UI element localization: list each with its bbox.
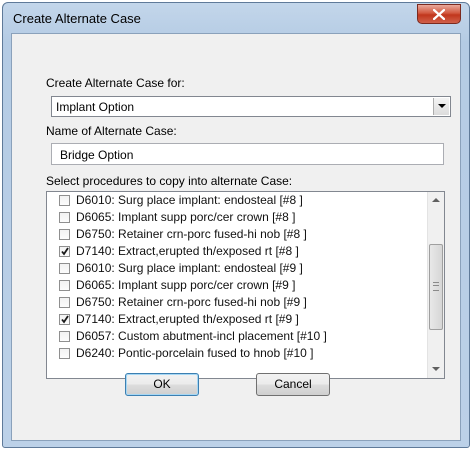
scroll-up-arrow-icon bbox=[432, 198, 440, 202]
procedure-label: D7140: Extract,erupted th/exposed rt [#8… bbox=[76, 244, 299, 258]
scroll-down-arrow-icon bbox=[432, 367, 440, 371]
procedure-checkbox[interactable] bbox=[59, 212, 70, 223]
procedure-item[interactable]: D6010: Surg place implant: endosteal [#8… bbox=[47, 192, 421, 209]
case-for-dropdown[interactable]: Implant Option bbox=[51, 96, 451, 117]
title-bar[interactable]: Create Alternate Case bbox=[3, 3, 469, 33]
procedure-item[interactable]: D6750: Retainer crn-porc fused-hi nob [#… bbox=[47, 294, 421, 311]
procedure-item[interactable]: D6240: Pontic-porcelain fused to hnob [#… bbox=[47, 345, 421, 362]
procedure-label: D6057: Custom abutment-incl placement [#… bbox=[76, 329, 327, 343]
procedures-list[interactable]: D6010: Surg place implant: endosteal [#8… bbox=[46, 191, 445, 379]
scroll-thumb[interactable] bbox=[429, 244, 443, 330]
procedure-item[interactable]: D7140: Extract,erupted th/exposed rt [#9… bbox=[47, 311, 421, 328]
dropdown-button[interactable] bbox=[433, 98, 449, 115]
checkmark-icon bbox=[61, 247, 69, 256]
procedure-item[interactable]: D6065: Implant supp porc/cer crown [#8 ] bbox=[47, 209, 421, 226]
procedure-label: D6065: Implant supp porc/cer crown [#9 ] bbox=[76, 278, 296, 292]
scroll-up-button[interactable] bbox=[428, 192, 444, 209]
procedure-checkbox[interactable] bbox=[59, 263, 70, 274]
case-name-input[interactable]: Bridge Option bbox=[51, 143, 444, 165]
close-button[interactable] bbox=[417, 4, 461, 24]
procedure-item[interactable]: D6057: Custom abutment-incl placement [#… bbox=[47, 328, 421, 345]
procedure-item[interactable]: D7140: Extract,erupted th/exposed rt [#8… bbox=[47, 243, 421, 260]
procedures-label: Select procedures to copy into alternate… bbox=[46, 174, 293, 188]
case-for-label: Create Alternate Case for: bbox=[46, 76, 185, 90]
procedure-item[interactable]: D6010: Surg place implant: endosteal [#9… bbox=[47, 260, 421, 277]
case-name-value: Bridge Option bbox=[60, 148, 134, 162]
ok-button[interactable]: OK bbox=[125, 373, 199, 396]
checkmark-icon bbox=[61, 315, 69, 324]
procedure-label: D6010: Surg place implant: endosteal [#9… bbox=[76, 261, 303, 275]
procedure-label: D6010: Surg place implant: endosteal [#8… bbox=[76, 193, 303, 207]
close-icon bbox=[433, 9, 445, 20]
procedure-checkbox[interactable] bbox=[59, 314, 70, 325]
procedure-checkbox[interactable] bbox=[59, 246, 70, 257]
procedure-item[interactable]: D6065: Implant supp porc/cer crown [#9 ] bbox=[47, 277, 421, 294]
procedure-label: D6750: Retainer crn-porc fused-hi nob [#… bbox=[76, 295, 307, 309]
case-name-label: Name of Alternate Case: bbox=[46, 124, 177, 138]
cancel-button[interactable]: Cancel bbox=[256, 373, 330, 396]
procedure-checkbox[interactable] bbox=[59, 331, 70, 342]
procedure-label: D6065: Implant supp porc/cer crown [#8 ] bbox=[76, 210, 296, 224]
procedures-items: D6010: Surg place implant: endosteal [#8… bbox=[47, 192, 421, 362]
procedure-label: D7140: Extract,erupted th/exposed rt [#9… bbox=[76, 312, 299, 326]
procedure-checkbox[interactable] bbox=[59, 280, 70, 291]
procedure-checkbox[interactable] bbox=[59, 195, 70, 206]
procedure-checkbox[interactable] bbox=[59, 348, 70, 359]
case-for-value: Implant Option bbox=[56, 100, 135, 114]
procedures-scrollbar[interactable] bbox=[427, 192, 444, 378]
procedure-label: D6240: Pontic-porcelain fused to hnob [#… bbox=[76, 346, 314, 360]
dialog-window: Create Alternate Case Create Alternate C… bbox=[2, 2, 470, 448]
dialog-client-area: Create Alternate Case for: Implant Optio… bbox=[11, 33, 461, 441]
chevron-down-icon bbox=[438, 104, 446, 108]
procedure-item[interactable]: D6750: Retainer crn-porc fused-hi nob [#… bbox=[47, 226, 421, 243]
procedure-checkbox[interactable] bbox=[59, 229, 70, 240]
window-title: Create Alternate Case bbox=[13, 11, 141, 26]
scroll-down-button[interactable] bbox=[428, 361, 444, 378]
procedure-label: D6750: Retainer crn-porc fused-hi nob [#… bbox=[76, 227, 307, 241]
scroll-grip-icon bbox=[433, 282, 439, 291]
procedure-checkbox[interactable] bbox=[59, 297, 70, 308]
